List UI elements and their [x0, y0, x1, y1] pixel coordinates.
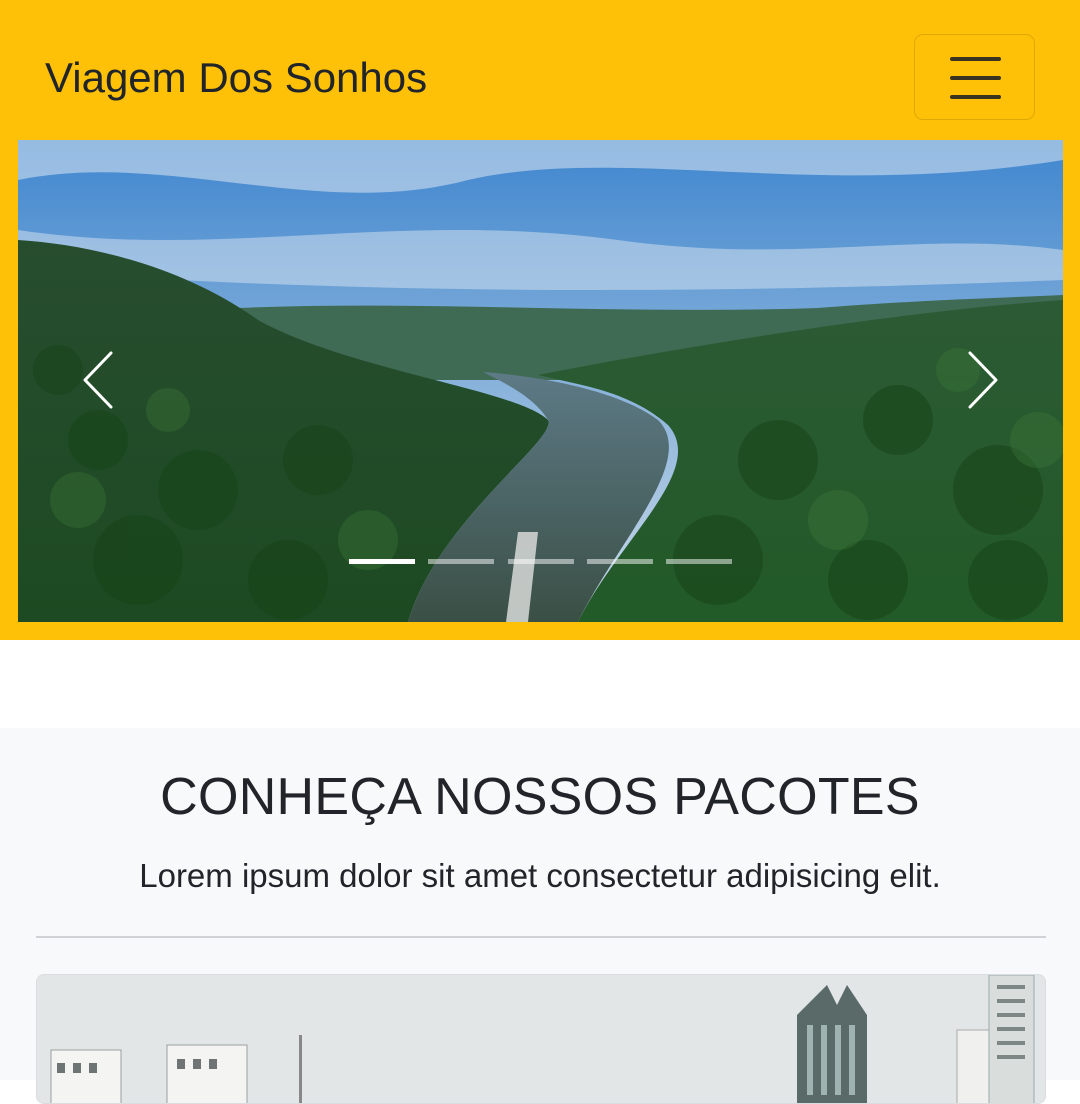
- carousel-indicator[interactable]: [508, 559, 574, 564]
- carousel-prev-button[interactable]: [58, 320, 138, 440]
- package-card-image: [37, 975, 1045, 1103]
- carousel-indicators: [18, 559, 1063, 565]
- hero-section: [0, 140, 1080, 640]
- carousel-indicator[interactable]: [666, 559, 732, 564]
- packages-section: CONHEÇA NOSSOS PACOTES Lorem ipsum dolor…: [0, 728, 1080, 1104]
- packages-title: CONHEÇA NOSSOS PACOTES: [160, 768, 920, 826]
- chevron-right-icon: [968, 351, 998, 409]
- section-divider: [36, 936, 1046, 938]
- carousel: [18, 140, 1063, 622]
- brand-link[interactable]: Viagem Dos Sonhos: [45, 52, 427, 104]
- packages-subtitle: Lorem ipsum dolor sit amet consectetur a…: [139, 857, 941, 894]
- package-card[interactable]: [36, 974, 1046, 1104]
- carousel-next-button[interactable]: [943, 320, 1023, 440]
- carousel-indicator[interactable]: [428, 559, 494, 564]
- carousel-indicator[interactable]: [349, 559, 415, 564]
- navbar-toggler-button[interactable]: [914, 34, 1035, 120]
- navbar: Viagem Dos Sonhos: [0, 0, 1080, 140]
- carousel-slide-image: [18, 140, 1063, 622]
- hamburger-menu-icon: [950, 57, 1001, 99]
- chevron-left-icon: [83, 351, 113, 409]
- carousel-indicator[interactable]: [587, 559, 653, 564]
